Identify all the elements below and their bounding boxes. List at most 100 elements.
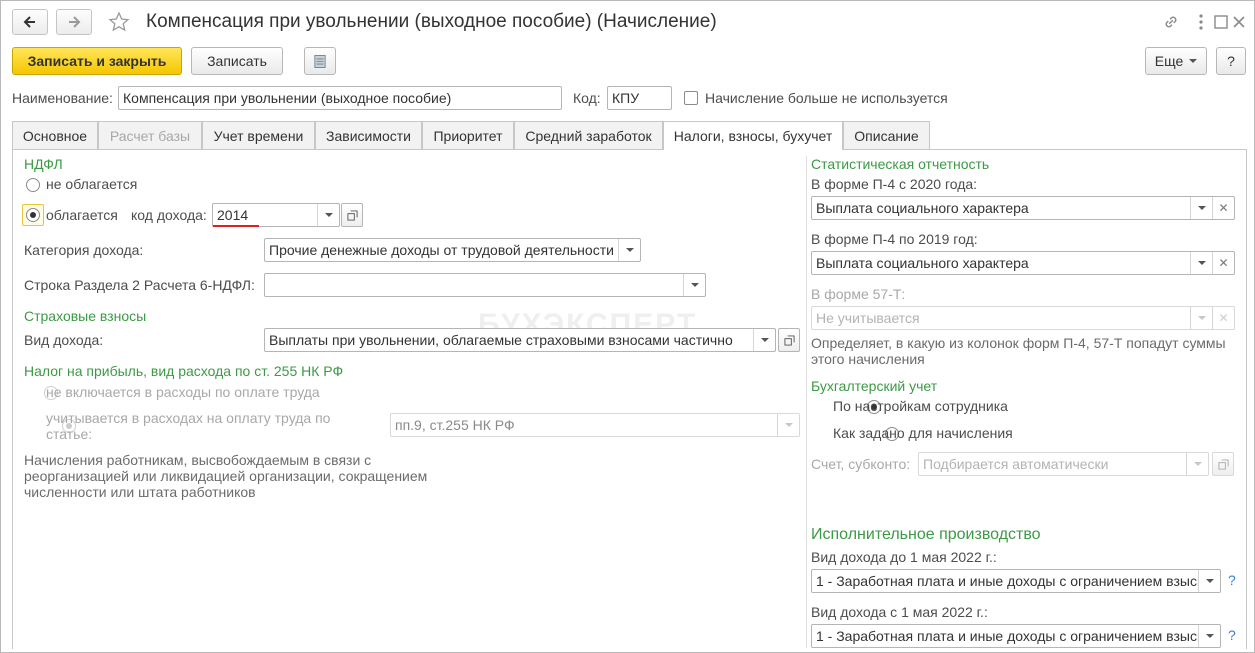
- link-icon[interactable]: [1160, 11, 1182, 33]
- name-field[interactable]: Компенсация при увольнении (выходное пос…: [118, 86, 562, 110]
- ndfl-taxed-label: облагается: [46, 207, 118, 223]
- profit-article-dropdown[interactable]: [777, 414, 799, 436]
- exec-after-field[interactable]: 1 - Заработная плата и иные доходы с огр…: [811, 624, 1221, 648]
- column-separator: [806, 156, 807, 648]
- income-category-dropdown[interactable]: [618, 239, 640, 261]
- ndfl-header: НДФЛ: [24, 156, 63, 172]
- help-button[interactable]: ?: [1216, 47, 1246, 75]
- profit-included-label-line1: учитывается в расходах на оплату труда п…: [46, 410, 331, 426]
- tab-main[interactable]: Основное: [12, 121, 98, 149]
- profit-article-value: пп.9, ст.255 НК РФ: [395, 417, 515, 433]
- tab-priority[interactable]: Приоритет: [422, 121, 514, 149]
- profit-not-included-label: не включается в расходы по оплате труда: [46, 384, 320, 400]
- save-button[interactable]: Записать: [191, 47, 283, 75]
- row-6ndfl-field[interactable]: [264, 273, 706, 297]
- more-vertical-icon[interactable]: [1190, 11, 1212, 33]
- income-code-field[interactable]: 2014: [212, 203, 340, 227]
- p4-2020-value: Выплата социального характера: [816, 200, 1029, 216]
- row-6ndfl-label: Строка Раздела 2 Расчета 6-НДФЛ:: [24, 277, 255, 293]
- exec-after-label: Вид дохода с 1 мая 2022 г.:: [811, 604, 988, 620]
- report-button[interactable]: [304, 47, 336, 75]
- f57-field[interactable]: Не учитывается ✕: [811, 306, 1235, 330]
- save-and-close-button[interactable]: Записать и закрыть: [12, 47, 182, 75]
- f57-clear-icon[interactable]: ✕: [1212, 307, 1234, 329]
- exec-after-value: 1 - Заработная плата и иные доходы с огр…: [816, 628, 1198, 644]
- forward-button[interactable]: [56, 9, 92, 35]
- tab-dependencies[interactable]: Зависимости: [315, 121, 422, 149]
- close-icon[interactable]: [1228, 11, 1250, 33]
- star-icon[interactable]: [108, 11, 130, 33]
- exec-after-dropdown[interactable]: [1198, 625, 1220, 647]
- account-dropdown[interactable]: [1186, 453, 1208, 475]
- code-label: Код:: [573, 90, 601, 106]
- f57-dropdown[interactable]: [1190, 307, 1212, 329]
- more-menu-label: Еще: [1154, 53, 1184, 69]
- open-icon: [1217, 458, 1229, 470]
- not-used-checkbox[interactable]: [684, 91, 698, 105]
- stat-note-line2: этого начисления: [811, 351, 925, 367]
- tab-average-earnings[interactable]: Средний заработок: [514, 121, 663, 149]
- income-code-underline: [213, 225, 259, 227]
- account-open-button[interactable]: [1212, 452, 1234, 476]
- help-question-icon[interactable]: ?: [1228, 572, 1236, 588]
- name-label: Наименование:: [12, 90, 113, 106]
- income-code-dropdown[interactable]: [317, 204, 339, 226]
- arrow-left-icon: [23, 16, 35, 28]
- help-question-icon[interactable]: ?: [1228, 627, 1236, 643]
- tab-divider: [12, 149, 663, 150]
- income-type-dropdown[interactable]: [753, 329, 775, 351]
- p4-2019-clear-icon[interactable]: ✕: [1212, 252, 1234, 274]
- income-type-value: Выплаты при увольнении, облагаемые страх…: [269, 332, 733, 348]
- code-field[interactable]: КПУ: [607, 86, 672, 110]
- arrow-right-icon: [69, 16, 81, 28]
- back-button[interactable]: [12, 9, 48, 35]
- p4-2020-dropdown[interactable]: [1190, 197, 1212, 219]
- tab-description[interactable]: Описание: [843, 121, 930, 149]
- acc-as-set-label: Как задано для начисления: [833, 425, 1013, 441]
- profit-note-line2: реорганизацией или ликвидацией организац…: [24, 468, 428, 484]
- tab-base-calc[interactable]: Расчет базы: [98, 121, 202, 149]
- ndfl-not-taxed-radio[interactable]: [26, 178, 40, 192]
- exec-header: Исполнительное производство: [811, 526, 1041, 543]
- page-title: Компенсация при увольнении (выходное пос…: [146, 11, 717, 32]
- p4-2020-label: В форме П-4 с 2020 года:: [811, 176, 978, 192]
- account-field[interactable]: Подбирается автоматически: [918, 452, 1209, 476]
- income-type-label: Вид дохода:: [24, 332, 104, 348]
- income-code-open-button[interactable]: [341, 203, 363, 227]
- panel-border-left: [12, 149, 13, 649]
- income-type-open-button[interactable]: [778, 328, 800, 352]
- chevron-down-icon: [1189, 59, 1198, 63]
- profit-tax-header: Налог на прибыль, вид расхода по ст. 255…: [24, 363, 344, 379]
- p4-2020-clear-icon[interactable]: ✕: [1212, 197, 1234, 219]
- document-list-icon: [314, 54, 326, 68]
- income-type-field[interactable]: Выплаты при увольнении, облагаемые страх…: [264, 328, 776, 352]
- tab-taxes[interactable]: Налоги, взносы, бухучет: [663, 121, 843, 150]
- f57-label: В форме 57-Т:: [811, 286, 906, 302]
- acc-header: Бухгалтерский учет: [811, 378, 938, 394]
- income-code-value: 2014: [217, 207, 249, 223]
- income-category-field[interactable]: Прочие денежные доходы от трудовой деяте…: [264, 238, 641, 262]
- p4-2019-field[interactable]: Выплата социального характера ✕: [811, 251, 1235, 275]
- profit-article-field[interactable]: пп.9, ст.255 НК РФ: [390, 413, 800, 437]
- exec-before-field[interactable]: 1 - Заработная плата и иные доходы с огр…: [811, 569, 1221, 593]
- stat-note-line1: Определяет, в какую из колонок форм П-4,…: [811, 335, 1226, 351]
- exec-before-dropdown[interactable]: [1198, 570, 1220, 592]
- more-menu-button[interactable]: Еще: [1145, 47, 1207, 75]
- open-icon: [346, 209, 358, 221]
- account-value: Подбирается автоматически: [923, 456, 1109, 472]
- ndfl-taxed-radio[interactable]: [22, 204, 44, 226]
- insurance-header: Страховые взносы: [24, 308, 147, 324]
- p4-2019-label: В форме П-4 по 2019 год:: [811, 231, 978, 247]
- stat-header: Статистическая отчетность: [811, 156, 990, 172]
- exec-before-value: 1 - Заработная плата и иные доходы с огр…: [816, 573, 1198, 589]
- f57-value: Не учитывается: [816, 310, 920, 326]
- open-icon: [783, 334, 795, 346]
- p4-2019-dropdown[interactable]: [1190, 252, 1212, 274]
- p4-2019-value: Выплата социального характера: [816, 255, 1029, 271]
- tab-time-accounting[interactable]: Учет времени: [202, 121, 315, 149]
- row-6ndfl-dropdown[interactable]: [683, 274, 705, 296]
- panel-border-right: [1246, 149, 1247, 649]
- income-category-value: Прочие денежные доходы от трудовой деяте…: [269, 242, 614, 258]
- p4-2020-field[interactable]: Выплата социального характера ✕: [811, 196, 1235, 220]
- ndfl-taxed-radio-dot: [26, 208, 40, 222]
